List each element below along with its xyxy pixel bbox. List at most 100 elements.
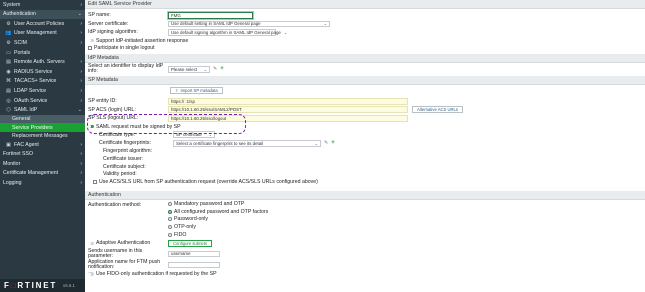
sidebar-item-label: LDAP Service xyxy=(14,87,47,94)
configure-subnets-button[interactable]: Configure subnets xyxy=(168,239,212,247)
idp-metadata-header: IdP Metadata xyxy=(85,53,645,63)
sidebar-item-scim[interactable]: ⚙ SCIM › xyxy=(0,38,85,48)
fingerprint-select[interactable]: Select a certificate fingerprint to see … xyxy=(173,139,321,147)
alternative-acs-button[interactable]: Alternative ACS URLs xyxy=(412,106,463,114)
sidebar-item-saml-idp[interactable]: ⬡ SAML IdP ⌄ xyxy=(0,105,85,115)
auth-method-option[interactable]: Password-only xyxy=(168,216,268,224)
adaptive-label-wrap: Adaptive Authentication xyxy=(88,240,168,246)
radio-icon xyxy=(168,202,172,207)
auth-method-option[interactable]: OTP-only xyxy=(168,223,268,231)
add-icon[interactable]: + xyxy=(220,66,224,72)
radio-icon xyxy=(168,225,172,230)
support-initiated-toggle[interactable] xyxy=(88,38,94,43)
acs-label: SP ACS (login) URL: xyxy=(88,106,136,113)
sidebar-item-fortinet-sso[interactable]: Fortinet SSO › xyxy=(0,150,85,160)
add-icon[interactable]: + xyxy=(331,140,335,146)
sidebar-item-tacacs-service[interactable]: ⌘ TACACS+ Service › xyxy=(0,77,85,87)
sidebar-item-remote-auth-servers[interactable]: ▤ Remote Auth. Servers › xyxy=(0,57,85,67)
sidebar-item-user-account-policies[interactable]: ⚙ User Account Policies › xyxy=(0,19,85,29)
sidebar: System › Authentication ⌄ ⚙ User Account… xyxy=(0,0,85,292)
chevron-right-icon: › xyxy=(80,78,82,85)
sls-input[interactable]: https://10.1.60.25/sso/logout xyxy=(168,115,408,122)
sidebar-item-label: Authentication xyxy=(3,11,36,18)
fp-algorithm-row: Fingerprint algorithm: xyxy=(85,148,645,156)
identifier-select[interactable]: Please select ⌄ xyxy=(168,66,210,73)
signing-select[interactable]: Use default signing algorithm in SAML Id… xyxy=(168,29,287,36)
sidebar-item-authentication[interactable]: Authentication ⌄ xyxy=(0,9,85,19)
auth-method-text: Password-only xyxy=(174,216,209,223)
user-account-icon: ⚙ xyxy=(6,20,11,27)
upload-icon: ⇪ xyxy=(175,88,179,94)
single-logout-checkbox[interactable] xyxy=(88,46,92,51)
cert-type-select[interactable]: SP certificate ⌄ xyxy=(173,131,215,138)
sidebar-item-monitor[interactable]: Monitor › xyxy=(0,159,85,169)
validity-row: Validity period: xyxy=(85,170,645,178)
sidebar-item-label: Monitor xyxy=(3,160,21,167)
cert-type-row: Certificate type: SP certificate ⌄ xyxy=(85,130,645,139)
sidebar-item-oauth-service[interactable]: ◎ OAuth Service › xyxy=(0,96,85,106)
entity-id-input[interactable]: https:// :1/sp xyxy=(168,97,408,105)
auth-method-text: Mandatory password and OTP xyxy=(174,201,245,208)
sends-username-label: Sends username in this parameter: xyxy=(88,247,143,259)
sidebar-item-certificate-management[interactable]: Certificate Management › xyxy=(0,169,85,179)
chevron-right-icon: › xyxy=(80,30,82,37)
sp-name-input[interactable]: FMG xyxy=(168,11,253,19)
sp-name-row: SP name: FMG xyxy=(85,11,645,20)
fido-only-row: Use FIDO-only authentication if requeste… xyxy=(85,270,645,278)
sls-label: SP SLS (logout) URL: xyxy=(88,115,139,122)
sidebar-item-label: RADIUS Service xyxy=(14,68,53,75)
signing-row: IdP signing algorithm: Use default signi… xyxy=(85,28,645,37)
chevron-right-icon: › xyxy=(80,59,82,66)
sidebar-item-logging[interactable]: Logging › xyxy=(0,178,85,188)
identifier-row: Select an identifier to display IdP info… xyxy=(85,63,645,76)
brand-footer: F□RTINET v6.6.1 xyxy=(0,279,85,292)
sidebar-item-general[interactable]: General xyxy=(0,114,85,124)
sidebar-item-label: User Management xyxy=(14,30,57,37)
scim-icon: ⚙ xyxy=(6,39,11,46)
sidebar-item-service-providers[interactable]: Service Providers xyxy=(0,123,85,132)
cert-subject-row: Certificate subject: xyxy=(85,163,645,171)
sidebar-item-fac-agent[interactable]: ▣ FAC Agent › xyxy=(0,140,85,150)
chevron-down-icon: ⌄ xyxy=(203,66,207,72)
sidebar-item-radius-service[interactable]: ◉ RADIUS Service › xyxy=(0,67,85,77)
support-initiated-row: Support IdP-initiated assertion response xyxy=(85,37,645,45)
auth-method-options: Mandatory password and OTP All configure… xyxy=(168,201,268,239)
auth-method-label: Authentication method: xyxy=(88,201,142,208)
support-initiated-label: Support IdP-initiated assertion response xyxy=(96,37,189,44)
chevron-right-icon: › xyxy=(80,87,82,94)
ldap-icon: ▤ xyxy=(6,87,11,94)
use-acs-sls-row: Use ACS/SLS URL from SP authentication r… xyxy=(85,178,645,186)
sends-username-input[interactable]: username xyxy=(168,250,220,258)
import-sp-metadata-button[interactable]: ⇪ Import SP metadata xyxy=(170,87,223,95)
ftm-label: Application name for FTM push notificati… xyxy=(88,258,161,270)
portals-icon: ▭ xyxy=(6,49,11,56)
auth-method-text: All configured password and OTP factors xyxy=(174,208,269,215)
server-cert-select[interactable]: Use default setting in SAML IdP General … xyxy=(168,20,330,28)
sidebar-item-ldap-service[interactable]: ▤ LDAP Service › xyxy=(0,86,85,96)
main-panel: Edit SAML Service Provider SP name: FMG … xyxy=(85,0,645,292)
radius-icon: ◉ xyxy=(6,68,11,75)
sidebar-item-label: Replacement Messages xyxy=(12,132,68,139)
sidebar-item-label: FAC Agent xyxy=(14,141,39,148)
edit-icon[interactable]: ✎ xyxy=(324,140,328,146)
server-cert-row: Server certificate: Use default setting … xyxy=(85,20,645,29)
use-acs-sls-checkbox[interactable] xyxy=(93,179,97,184)
acs-input[interactable]: https://10.1.60.25/sso/SAML2/POST xyxy=(168,106,408,114)
auth-method-option[interactable]: All configured password and OTP factors xyxy=(168,208,268,216)
adaptive-row: Adaptive Authentication Configure subnet… xyxy=(85,238,645,248)
chevron-right-icon: › xyxy=(80,68,82,75)
sidebar-item-system[interactable]: System › xyxy=(0,0,85,10)
sidebar-item-replacement-messages[interactable]: Replacement Messages xyxy=(0,132,85,140)
chevron-right-icon: › xyxy=(80,160,82,167)
edit-icon[interactable]: ✎ xyxy=(213,66,217,72)
auth-method-option[interactable]: Mandatory password and OTP xyxy=(168,201,268,209)
adaptive-toggle[interactable] xyxy=(88,241,94,246)
ftm-input[interactable] xyxy=(168,261,220,269)
sidebar-item-user-management[interactable]: 👥 User Management › xyxy=(0,29,85,39)
sidebar-item-label: Remote Auth. Servers xyxy=(14,59,65,66)
require-signed-toggle[interactable] xyxy=(88,124,94,129)
auth-method-option[interactable]: FIDO xyxy=(168,231,268,239)
fido-only-toggle[interactable] xyxy=(88,272,94,277)
sidebar-item-label: Fortinet SSO xyxy=(3,151,33,158)
sidebar-item-portals[interactable]: ▭ Portals xyxy=(0,48,85,58)
